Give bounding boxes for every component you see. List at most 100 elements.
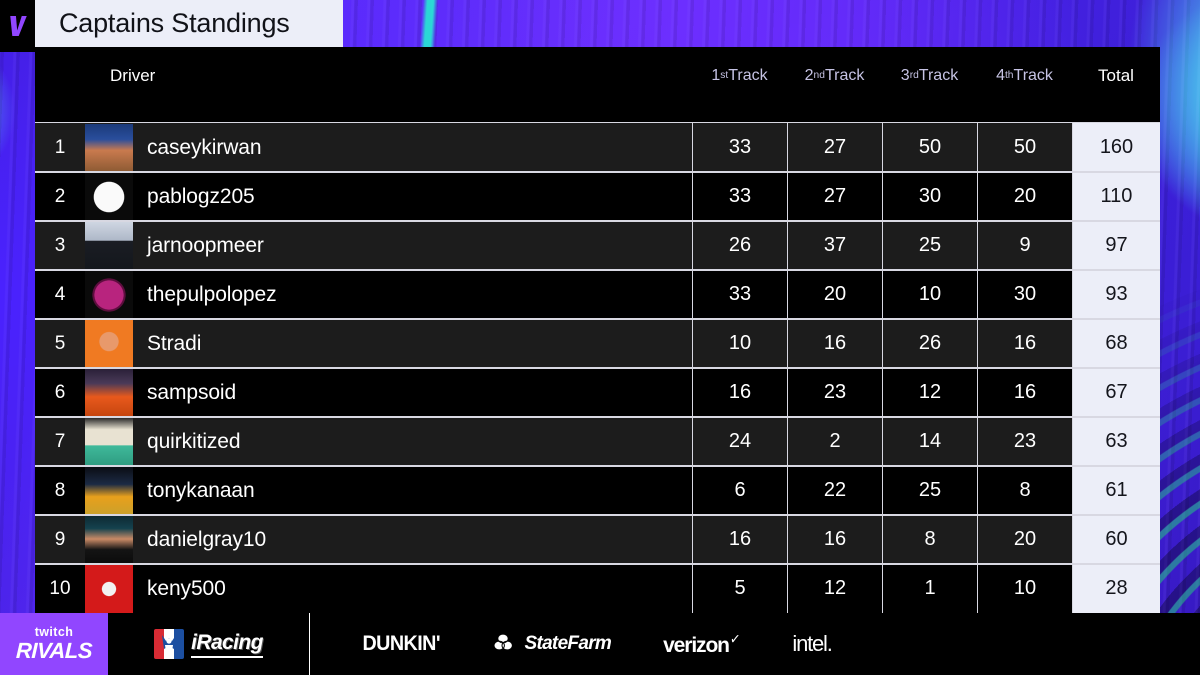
table-row: 5 Stradi 10 16 26 16 68: [35, 318, 1160, 368]
cell-track-3: 25: [882, 221, 977, 270]
cell-avatar: [85, 564, 133, 613]
table-row: 9 danielgray10 16 16 8 20 60: [35, 514, 1160, 564]
cell-driver-name: jarnoopmeer: [147, 233, 264, 257]
cell-driver-name: keny500: [147, 576, 226, 600]
cell-track-1: 10: [692, 319, 787, 368]
column-header-track-4: 4th Track: [996, 67, 1053, 84]
table-row: 7 quirkitized 24 2 14 23 63: [35, 416, 1160, 466]
v-mark-icon: [8, 14, 28, 38]
cell-track-3: 30: [882, 172, 977, 221]
cell-track-3: 10: [882, 270, 977, 319]
cell-rank: 4: [54, 283, 66, 305]
cell-track-3: 1: [882, 564, 977, 613]
cell-track-4: 23: [977, 417, 1072, 466]
standings-table-body: 1 caseykirwan 33 27 50 50 160 2 pablogz205 33 27 30…: [35, 121, 1160, 613]
v-logo-badge: [0, 0, 35, 52]
cell-driver-name: tonykanaan: [147, 478, 255, 502]
column-header-track-1: 1st Track: [711, 67, 768, 84]
cell-track-4: 8: [977, 466, 1072, 515]
cell-avatar: [85, 417, 133, 466]
iracing-wordmark: iRacing: [191, 631, 263, 658]
cell-avatar: [85, 123, 133, 172]
cell-track-4: 20: [977, 515, 1072, 564]
state-farm-mark-icon: [493, 633, 520, 656]
cell-track-3: 50: [882, 123, 977, 172]
cell-track-3: 8: [882, 515, 977, 564]
rivals-wordmark: RIVALS: [15, 637, 93, 663]
cell-track-1: 6: [692, 466, 787, 515]
table-header-row: Driver 1st Track 2nd Track 3rd Track 4th…: [35, 47, 1160, 123]
cell-track-2: 16: [787, 319, 882, 368]
table-row: 8 tonykanaan 6 22 25 8 61: [35, 465, 1160, 515]
cell-total: 67: [1072, 368, 1160, 417]
cell-rank: 3: [54, 234, 66, 256]
table-row: 4 thepulpolopez 33 20 10 30 93: [35, 269, 1160, 319]
cell-track-4: 10: [977, 564, 1072, 613]
track-2-label: Track: [824, 67, 865, 84]
cell-avatar: [85, 270, 133, 319]
standings-panel: Driver 1st Track 2nd Track 3rd Track 4th…: [35, 47, 1160, 613]
cell-driver-name: Stradi: [147, 331, 202, 355]
column-header-total: Total: [1098, 66, 1134, 85]
cell-avatar: [85, 319, 133, 368]
cell-track-1: 16: [692, 368, 787, 417]
cell-driver-name: danielgray10: [147, 527, 267, 551]
cell-track-3: 26: [882, 319, 977, 368]
cell-avatar: [85, 368, 133, 417]
track-2-ordinal: 2: [804, 67, 814, 84]
cell-avatar: [85, 172, 133, 221]
cell-track-4: 16: [977, 368, 1072, 417]
state-farm-wordmark: StateFarm: [524, 633, 612, 654]
track-1-label: Track: [728, 67, 768, 84]
cell-track-4: 9: [977, 221, 1072, 270]
avatar-jarnoopmeer: [85, 221, 133, 270]
cell-track-2: 12: [787, 564, 882, 613]
cell-track-2: 2: [787, 417, 882, 466]
column-header-rank: [35, 47, 85, 123]
cell-track-1: 5: [692, 564, 787, 613]
cell-rank: 10: [49, 577, 71, 599]
cell-driver-name: thepulpolopez: [147, 282, 277, 306]
page-title-bar: Captains Standings: [35, 0, 343, 47]
cell-track-1: 24: [692, 417, 787, 466]
cell-rank: 1: [54, 136, 66, 158]
cell-avatar: [85, 466, 133, 515]
track-4-label: Track: [1013, 67, 1053, 84]
track-4-ordinal: 4: [996, 67, 1005, 84]
avatar-tonykanaan: [85, 466, 133, 515]
cell-rank: 7: [54, 430, 66, 452]
avatar-caseykirwan: [85, 123, 133, 172]
cell-track-1: 33: [692, 270, 787, 319]
cell-track-2: 27: [787, 172, 882, 221]
iracing-logo: iRacing: [108, 613, 310, 675]
avatar-pablogz205: [85, 172, 133, 221]
cell-track-2: 23: [787, 368, 882, 417]
cell-track-3: 12: [882, 368, 977, 417]
table-row: 3 jarnoopmeer 26 37 25 9 97: [35, 220, 1160, 270]
cell-driver-name: pablogz205: [147, 184, 255, 208]
cell-rank: 6: [54, 381, 66, 403]
cell-avatar: [85, 515, 133, 564]
twitch-rivals-logo: twitch RIVALS: [0, 613, 108, 675]
cell-track-2: 16: [787, 515, 882, 564]
cell-track-2: 22: [787, 466, 882, 515]
cell-track-1: 33: [692, 123, 787, 172]
cell-total: 28: [1072, 564, 1160, 613]
cell-track-3: 14: [882, 417, 977, 466]
avatar-stradi: [85, 319, 133, 368]
cell-rank: 5: [54, 332, 66, 354]
dunkin-logo: DUNKIN': [362, 632, 440, 655]
state-farm-logo: StateFarm: [493, 633, 612, 656]
cell-track-1: 33: [692, 172, 787, 221]
cell-total: 68: [1072, 319, 1160, 368]
cell-total: 61: [1072, 466, 1160, 515]
cell-driver-name: sampsoid: [147, 380, 237, 404]
sponsor-logo-strip: DUNKIN' StateFarm verizon✓ intel.: [310, 613, 1200, 675]
avatar-sampsoid: [85, 368, 133, 417]
track-3-label: Track: [918, 67, 959, 84]
cell-track-1: 16: [692, 515, 787, 564]
cell-total: 160: [1072, 123, 1160, 172]
cell-driver-name: caseykirwan: [147, 135, 262, 159]
sponsor-bar: twitch RIVALS iRacing DUNKIN' StateFarm …: [0, 613, 1200, 675]
table-row: 6 sampsoid 16 23 12 16 67: [35, 367, 1160, 417]
